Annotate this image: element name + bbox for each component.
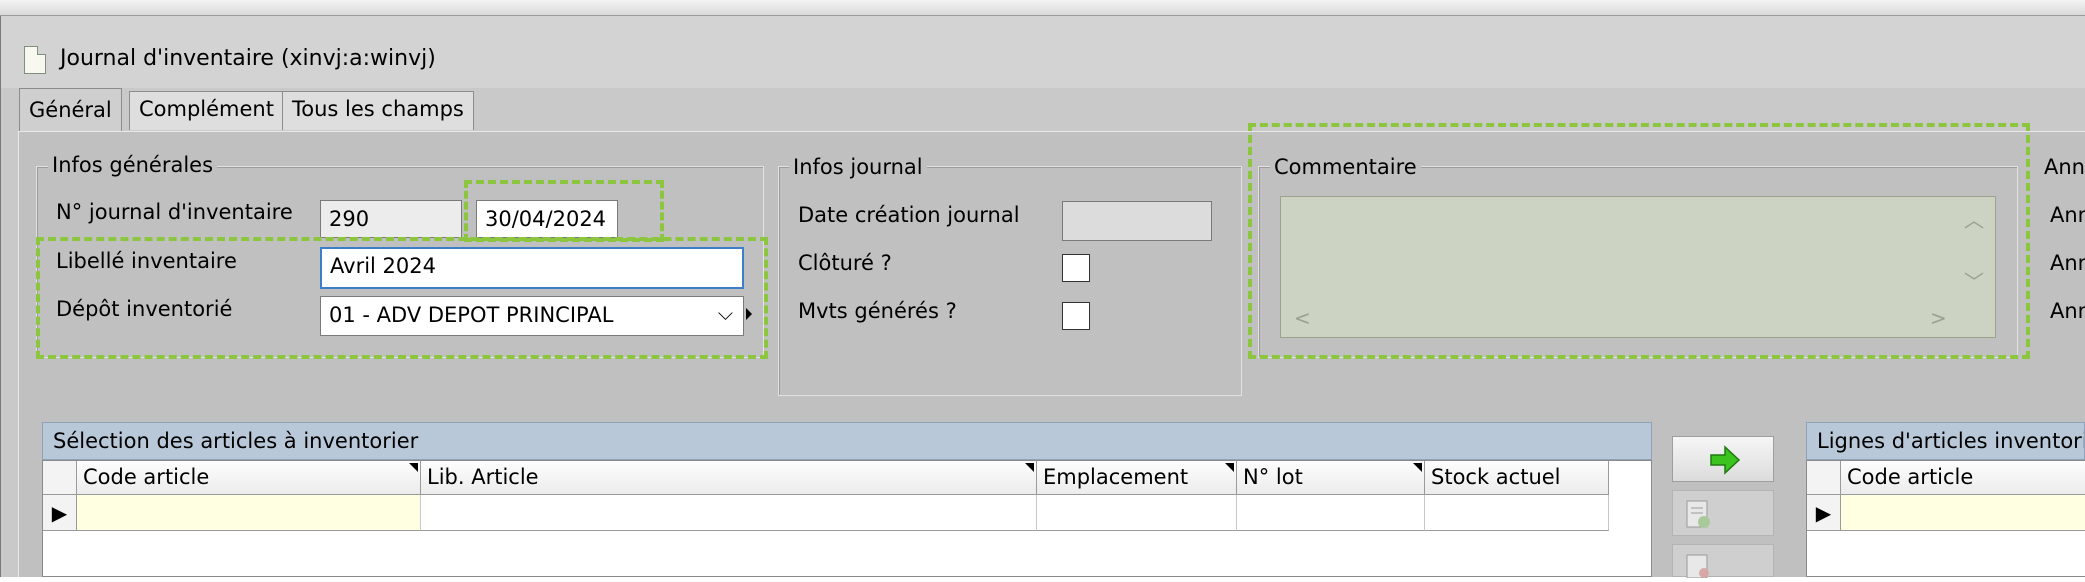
journal-number-label: N° journal d'inventaire [56, 200, 293, 224]
lignes-header: Lignes d'articles inventoriés [1806, 422, 2085, 460]
grid-corner [43, 461, 77, 495]
column-header-lib-article-label: Lib. Article [427, 465, 539, 489]
sort-corner-icon [1025, 463, 1034, 472]
cell-stock-actuel[interactable] [1425, 495, 1609, 531]
column-header-code-article[interactable]: Code article [77, 461, 421, 495]
cell-emplacement[interactable] [1037, 495, 1237, 531]
sort-corner-icon [1225, 463, 1234, 472]
selection-header: Sélection des articles à inventorier [42, 422, 1652, 460]
document-remove-icon [1686, 554, 1709, 579]
sort-corner-icon [409, 463, 418, 472]
annexe-title: Ann [2040, 155, 2085, 179]
column-header-lib-article[interactable]: Lib. Article [421, 461, 1037, 495]
annexe-item-3: Ann [2050, 299, 2085, 323]
grid-corner [1807, 461, 1841, 495]
cell-lib-article[interactable] [421, 495, 1037, 531]
annexe-item-2: Ann [2050, 251, 2085, 275]
column-header-emplacement-label: Emplacement [1043, 465, 1189, 489]
top-strip [0, 0, 2085, 16]
green-arrow-right-icon [1710, 445, 1741, 475]
cell-code-article[interactable] [77, 495, 421, 531]
column-header-n-lot-label: N° lot [1243, 465, 1303, 489]
cloture-checkbox[interactable] [1062, 254, 1090, 282]
date-highlight [464, 180, 664, 242]
journal-number-field[interactable]: 290 [320, 200, 462, 238]
column-header-emplacement[interactable]: Emplacement [1037, 461, 1237, 495]
cloture-label: Clôturé ? [798, 251, 892, 275]
infos-generales-title: Infos générales [48, 153, 218, 177]
mvts-label: Mvts générés ? [798, 299, 957, 323]
date-creation-label: Date création journal [798, 203, 1020, 227]
cell-code-article[interactable] [1841, 495, 2085, 531]
row-indicator-icon[interactable]: ▶ [43, 495, 77, 531]
commentaire-highlight [1248, 123, 2030, 359]
column-header-stock-actuel[interactable]: Stock actuel [1425, 461, 1609, 495]
remove-doc-button[interactable] [1672, 544, 1774, 579]
lignes-grid: Code article ▶ [1806, 460, 2085, 577]
column-header-n-lot[interactable]: N° lot [1237, 461, 1425, 495]
column-header-code-article-label: Code article [83, 465, 210, 489]
selection-grid: Code article Lib. Article Emplacement N°… [42, 460, 1652, 577]
date-creation-field[interactable] [1062, 201, 1212, 241]
validate-doc-button[interactable] [1672, 490, 1774, 536]
transfer-button[interactable] [1672, 436, 1774, 482]
mvts-checkbox[interactable] [1062, 302, 1090, 330]
tab-tous-les-champs[interactable]: Tous les champs [282, 91, 474, 130]
column-header-code-article[interactable]: Code article [1841, 461, 2085, 495]
tab-complement[interactable]: Complément [129, 91, 284, 130]
row-indicator-icon[interactable]: ▶ [1807, 495, 1841, 531]
tab-general[interactable]: Général [19, 88, 122, 133]
infos-journal-title: Infos journal [789, 155, 927, 179]
annexe-item-1: Ann [2050, 203, 2085, 227]
cell-n-lot[interactable] [1237, 495, 1425, 531]
window-title: Journal d'inventaire (xinvj:a:winvj) [60, 46, 436, 71]
sort-corner-icon [1413, 463, 1422, 472]
document-icon [24, 46, 46, 74]
document-check-icon [1686, 500, 1710, 528]
column-header-stock-actuel-label: Stock actuel [1431, 465, 1561, 489]
libelle-depot-highlight [36, 237, 768, 359]
